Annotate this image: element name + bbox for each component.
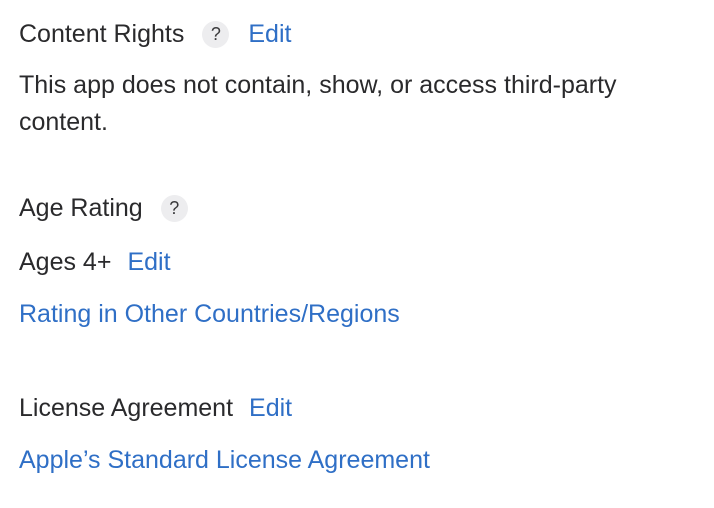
content-rights-edit-link[interactable]: Edit <box>248 20 291 49</box>
rating-other-countries-link[interactable]: Rating in Other Countries/Regions <box>19 300 400 329</box>
age-rating-edit-link[interactable]: Edit <box>127 248 170 277</box>
license-agreement-header: License Agreement Edit <box>19 392 292 424</box>
license-agreement-edit-link[interactable]: Edit <box>249 394 292 423</box>
license-agreement-title: License Agreement <box>19 393 234 422</box>
license-agreement-link-row: Apple’s Standard License Agreement <box>19 444 430 476</box>
age-rating-help-icon[interactable]: ? <box>160 194 188 222</box>
content-rights-description: This app does not contain, show, or acce… <box>19 71 617 136</box>
content-rights-help-icon[interactable]: ? <box>202 20 230 48</box>
content-rights-header: Content Rights ? Edit <box>19 18 291 50</box>
age-rating-title: Age Rating <box>19 193 143 222</box>
age-rating-value: Ages 4+ <box>19 247 112 276</box>
content-rights-title: Content Rights <box>19 19 185 48</box>
age-rating-other-row: Rating in Other Countries/Regions <box>19 298 400 330</box>
standard-license-agreement-link[interactable]: Apple’s Standard License Agreement <box>19 446 430 475</box>
age-rating-value-row: Ages 4+ Edit <box>19 246 171 278</box>
age-rating-header: Age Rating ? <box>19 192 188 224</box>
